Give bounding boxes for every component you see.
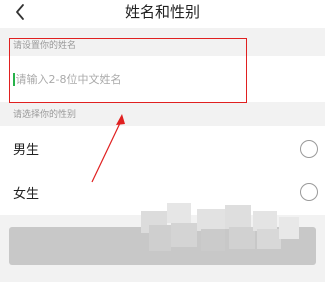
name-gender-page: 姓名和性别 请设置你的姓名 请选择你的性别 男生 女生 <box>0 0 325 282</box>
gender-option-label: 男生 <box>13 143 40 158</box>
submit-button[interactable] <box>9 227 316 265</box>
text-caret <box>13 72 15 86</box>
navigation-bar: 姓名和性别 <box>0 0 325 28</box>
gender-option-male[interactable]: 男生 <box>0 126 325 172</box>
radio-button[interactable] <box>300 183 318 201</box>
page-title: 姓名和性别 <box>124 3 200 21</box>
gender-option-label: 女生 <box>13 186 40 202</box>
name-field[interactable] <box>0 56 325 102</box>
gender-section-label: 请选择你的性别 <box>0 107 325 123</box>
name-input[interactable] <box>15 72 276 86</box>
name-section-label: 请设置你的姓名 <box>0 38 325 54</box>
radio-button[interactable] <box>300 139 318 158</box>
gender-option-female[interactable]: 女生 <box>0 169 325 215</box>
